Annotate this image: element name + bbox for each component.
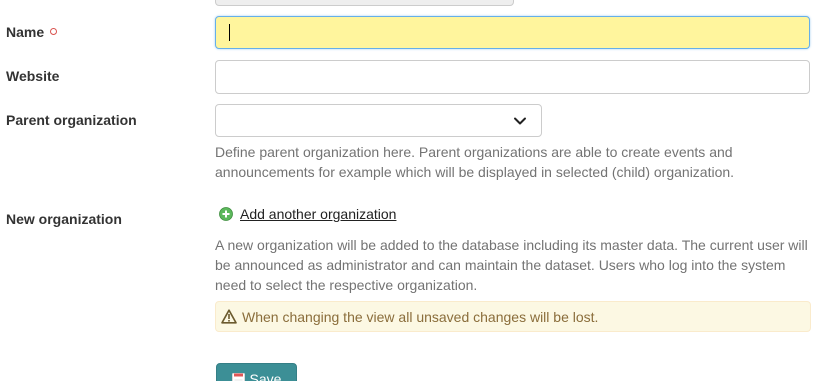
save-button[interactable]: Save (216, 363, 297, 381)
add-another-organization-link[interactable]: Add another organization (219, 205, 396, 223)
save-button-label: Save (249, 371, 282, 381)
chevron-down-icon (514, 117, 526, 125)
add-another-organization-text: Add another organization (240, 206, 397, 222)
name-label-text: Name (6, 24, 45, 40)
previous-field-input[interactable] (215, 0, 514, 6)
website-label: Website (6, 68, 60, 84)
parent-organization-select[interactable] (215, 104, 542, 137)
name-input[interactable] (215, 16, 810, 49)
alert-text: When changing the view all unsaved chang… (242, 308, 599, 325)
parent-organization-help: Define parent organization here. Parent … (215, 144, 735, 180)
website-input[interactable] (215, 60, 810, 94)
plus-circle-icon (219, 207, 233, 221)
required-icon (50, 28, 58, 35)
unsaved-changes-alert: When changing the view all unsaved chang… (215, 301, 811, 332)
new-organization-label: New organization (6, 211, 122, 227)
text-caret (229, 24, 230, 41)
warning-triangle-icon (221, 309, 237, 324)
disk-icon (231, 373, 245, 381)
parent-organization-label: Parent organization (6, 112, 137, 128)
organization-form: Name Website Parent organization Define … (0, 0, 815, 381)
new-organization-help: A new organization will be added to the … (215, 237, 808, 293)
name-label: Name (6, 24, 58, 40)
